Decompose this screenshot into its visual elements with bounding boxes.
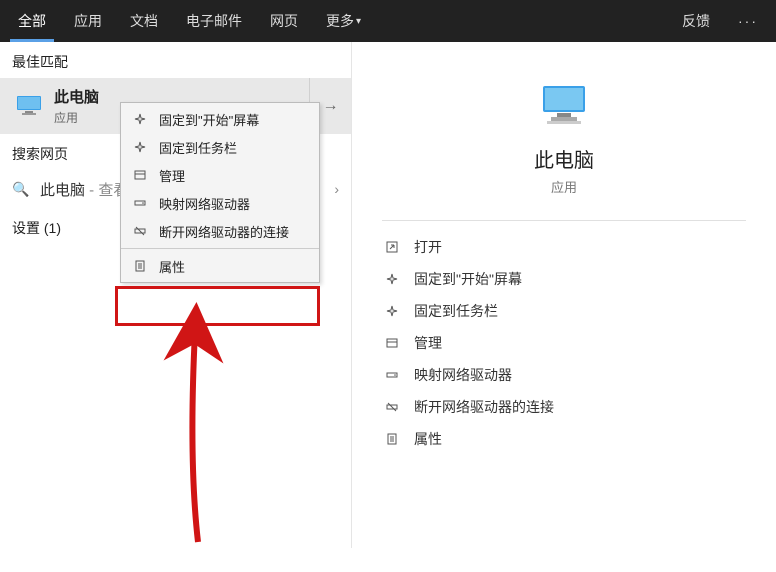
action-label: 固定到任务栏 bbox=[414, 301, 498, 321]
action-label: 属性 bbox=[414, 429, 442, 449]
pin-taskbar-icon bbox=[131, 141, 149, 153]
details-title: 此电脑 bbox=[534, 144, 594, 173]
details-subtitle: 应用 bbox=[551, 177, 577, 196]
open-icon bbox=[382, 241, 402, 253]
tab-label: 更多 bbox=[326, 11, 354, 31]
tab-label: 网页 bbox=[270, 11, 298, 31]
action-label: 管理 bbox=[414, 333, 442, 353]
action-label: 断开网络驱动器的连接 bbox=[414, 397, 554, 417]
annotation-highlight bbox=[115, 286, 320, 326]
results-pane: 最佳匹配 此电脑 应用 → 搜索网页 🔍 此电脑 - 查看网 bbox=[0, 42, 352, 548]
details-pane: 此电脑 应用 打开 固定到"开始"屏幕 固定到任务栏 管理 bbox=[352, 42, 776, 548]
pin-taskbar-icon bbox=[382, 305, 402, 317]
menu-disconnect-network-drive[interactable]: 断开网络驱动器的连接 bbox=[121, 217, 319, 245]
menu-pin-to-taskbar[interactable]: 固定到任务栏 bbox=[121, 133, 319, 161]
actions-separator bbox=[382, 220, 746, 221]
action-label: 固定到"开始"屏幕 bbox=[414, 269, 522, 289]
main-content: 最佳匹配 此电脑 应用 → 搜索网页 🔍 此电脑 - 查看网 bbox=[0, 42, 776, 548]
menu-label: 固定到任务栏 bbox=[159, 138, 237, 157]
map-drive-icon bbox=[131, 197, 149, 209]
manage-icon bbox=[131, 169, 149, 181]
tab-label: 全部 bbox=[18, 11, 46, 31]
pin-start-icon bbox=[382, 273, 402, 285]
menu-pin-to-start[interactable]: 固定到"开始"屏幕 bbox=[121, 105, 319, 133]
tab-label: 电子邮件 bbox=[186, 11, 242, 31]
search-icon: 🔍 bbox=[12, 181, 32, 198]
action-label: 映射网络驱动器 bbox=[414, 365, 512, 385]
action-pin-to-start[interactable]: 固定到"开始"屏幕 bbox=[352, 263, 776, 295]
annotation-arrow bbox=[120, 272, 240, 572]
tab-label: 应用 bbox=[74, 11, 102, 31]
best-match-subtitle: 应用 bbox=[54, 109, 99, 126]
tab-documents[interactable]: 文档 bbox=[116, 0, 172, 42]
tab-label: 文档 bbox=[130, 11, 158, 31]
tab-web[interactable]: 网页 bbox=[256, 0, 312, 42]
map-drive-icon bbox=[382, 369, 402, 381]
more-options-button[interactable]: ··· bbox=[724, 13, 772, 29]
menu-label: 断开网络驱动器的连接 bbox=[159, 222, 289, 241]
disconnect-drive-icon bbox=[382, 401, 402, 413]
context-menu: 固定到"开始"屏幕 固定到任务栏 管理 映射网络驱动器 bbox=[120, 102, 320, 283]
action-disconnect-network-drive[interactable]: 断开网络驱动器的连接 bbox=[352, 391, 776, 423]
menu-properties[interactable]: 属性 bbox=[121, 252, 319, 280]
menu-label: 固定到"开始"屏幕 bbox=[159, 110, 259, 129]
menu-manage[interactable]: 管理 bbox=[121, 161, 319, 189]
properties-icon bbox=[382, 433, 402, 445]
tab-apps[interactable]: 应用 bbox=[60, 0, 116, 42]
topbar: 全部 应用 文档 电子邮件 网页 更多 ▾ 反馈 ··· bbox=[0, 0, 776, 42]
tab-email[interactable]: 电子邮件 bbox=[172, 0, 256, 42]
disconnect-drive-icon bbox=[131, 225, 149, 237]
menu-label: 属性 bbox=[159, 257, 185, 276]
this-pc-large-icon bbox=[537, 82, 591, 130]
manage-icon bbox=[382, 337, 402, 349]
menu-map-network-drive[interactable]: 映射网络驱动器 bbox=[121, 189, 319, 217]
search-filter-tabs: 全部 应用 文档 电子邮件 网页 更多 ▾ bbox=[4, 0, 375, 42]
properties-icon bbox=[131, 260, 149, 272]
feedback-button[interactable]: 反馈 bbox=[668, 11, 724, 31]
action-label: 打开 bbox=[414, 237, 442, 257]
section-best-match: 最佳匹配 bbox=[0, 42, 351, 78]
topbar-right: 反馈 ··· bbox=[668, 11, 772, 31]
tab-more[interactable]: 更多 ▾ bbox=[312, 0, 375, 42]
chevron-right-icon: › bbox=[334, 181, 339, 197]
search-query: 此电脑 bbox=[40, 182, 85, 199]
pin-start-icon bbox=[131, 113, 149, 125]
action-properties[interactable]: 属性 bbox=[352, 423, 776, 455]
action-map-network-drive[interactable]: 映射网络驱动器 bbox=[352, 359, 776, 391]
best-match-title: 此电脑 bbox=[54, 86, 99, 107]
menu-separator bbox=[121, 248, 319, 249]
action-pin-to-taskbar[interactable]: 固定到任务栏 bbox=[352, 295, 776, 327]
action-manage[interactable]: 管理 bbox=[352, 327, 776, 359]
details-hero: 此电脑 应用 bbox=[352, 42, 776, 220]
best-match-text: 此电脑 应用 bbox=[54, 86, 99, 126]
menu-label: 映射网络驱动器 bbox=[159, 194, 250, 213]
menu-label: 管理 bbox=[159, 166, 185, 185]
this-pc-icon bbox=[12, 89, 46, 123]
action-open[interactable]: 打开 bbox=[352, 231, 776, 263]
chevron-down-icon: ▾ bbox=[356, 16, 361, 27]
tab-all[interactable]: 全部 bbox=[4, 0, 60, 42]
